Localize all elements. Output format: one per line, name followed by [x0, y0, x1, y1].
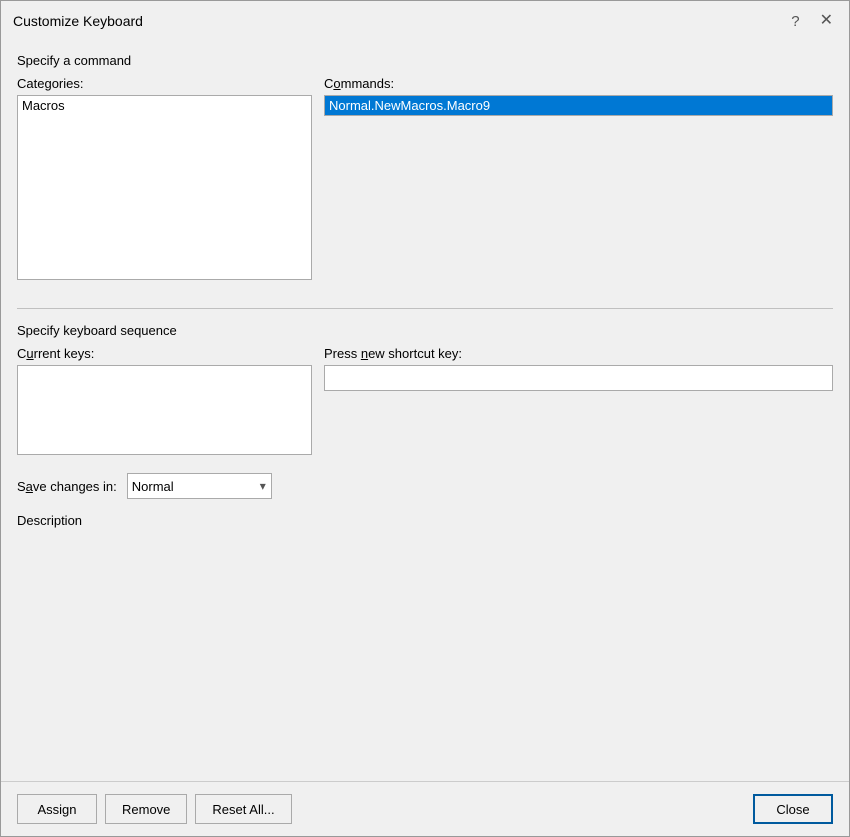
categories-listbox[interactable]: Macros — [17, 95, 312, 280]
commands-column: Commands: Normal.NewMacros.Macro9 — [324, 76, 833, 116]
category-macros[interactable]: Macros — [18, 96, 311, 115]
categories-column: Categories: Macros — [17, 76, 312, 280]
dialog-title: Customize Keyboard — [13, 13, 143, 29]
save-changes-row: Save changes in: Normal All Documents — [17, 473, 833, 499]
command-row: Categories: Macros Commands: Normal.NewM… — [17, 76, 833, 280]
categories-label: Categories: — [17, 76, 312, 91]
keyboard-section: Specify keyboard sequence Current keys: … — [17, 319, 833, 455]
save-changes-select-wrapper: Normal All Documents — [127, 473, 272, 499]
commands-label: Commands: — [324, 76, 833, 91]
current-keys-listbox[interactable] — [17, 365, 312, 455]
close-title-button[interactable]: ✕ — [816, 11, 837, 31]
title-bar-right: ? ✕ — [787, 11, 837, 31]
bottom-left-buttons: Assign Remove Reset All... — [17, 794, 292, 824]
bottom-right-buttons: Close — [753, 794, 833, 824]
keyboard-sequence-label: Specify keyboard sequence — [17, 323, 833, 338]
specify-command-section: Specify a command Categories: Macros Com… — [17, 49, 833, 280]
customize-keyboard-dialog: Customize Keyboard ? ✕ Specify a command… — [0, 0, 850, 837]
specify-command-label: Specify a command — [17, 53, 833, 68]
title-bar: Customize Keyboard ? ✕ — [1, 1, 849, 39]
command-item-selected[interactable]: Normal.NewMacros.Macro9 — [325, 96, 832, 115]
specify-command-text: Specify a command — [17, 53, 131, 68]
dialog-content: Specify a command Categories: Macros Com… — [1, 39, 849, 781]
title-bar-left: Customize Keyboard — [13, 13, 143, 29]
shortcut-group: Press new shortcut key: — [324, 346, 833, 391]
keyboard-row: Current keys: Press new shortcut key: — [17, 346, 833, 455]
description-label: Description — [17, 513, 833, 528]
commands-listbox[interactable]: Normal.NewMacros.Macro9 — [324, 95, 833, 116]
assign-button[interactable]: Assign — [17, 794, 97, 824]
bottom-bar: Assign Remove Reset All... Close — [1, 781, 849, 836]
description-section: Description — [17, 513, 833, 534]
help-button[interactable]: ? — [787, 13, 803, 30]
reset-all-button[interactable]: Reset All... — [195, 794, 291, 824]
shortcut-key-input[interactable] — [324, 365, 833, 391]
current-keys-group: Current keys: — [17, 346, 312, 455]
divider-1 — [17, 308, 833, 309]
press-shortcut-label: Press new shortcut key: — [324, 346, 833, 361]
save-changes-select[interactable]: Normal All Documents — [127, 473, 272, 499]
current-keys-label: Current keys: — [17, 346, 312, 361]
close-button[interactable]: Close — [753, 794, 833, 824]
remove-button[interactable]: Remove — [105, 794, 187, 824]
save-changes-label: Save changes in: — [17, 479, 117, 494]
spacer — [17, 544, 833, 781]
